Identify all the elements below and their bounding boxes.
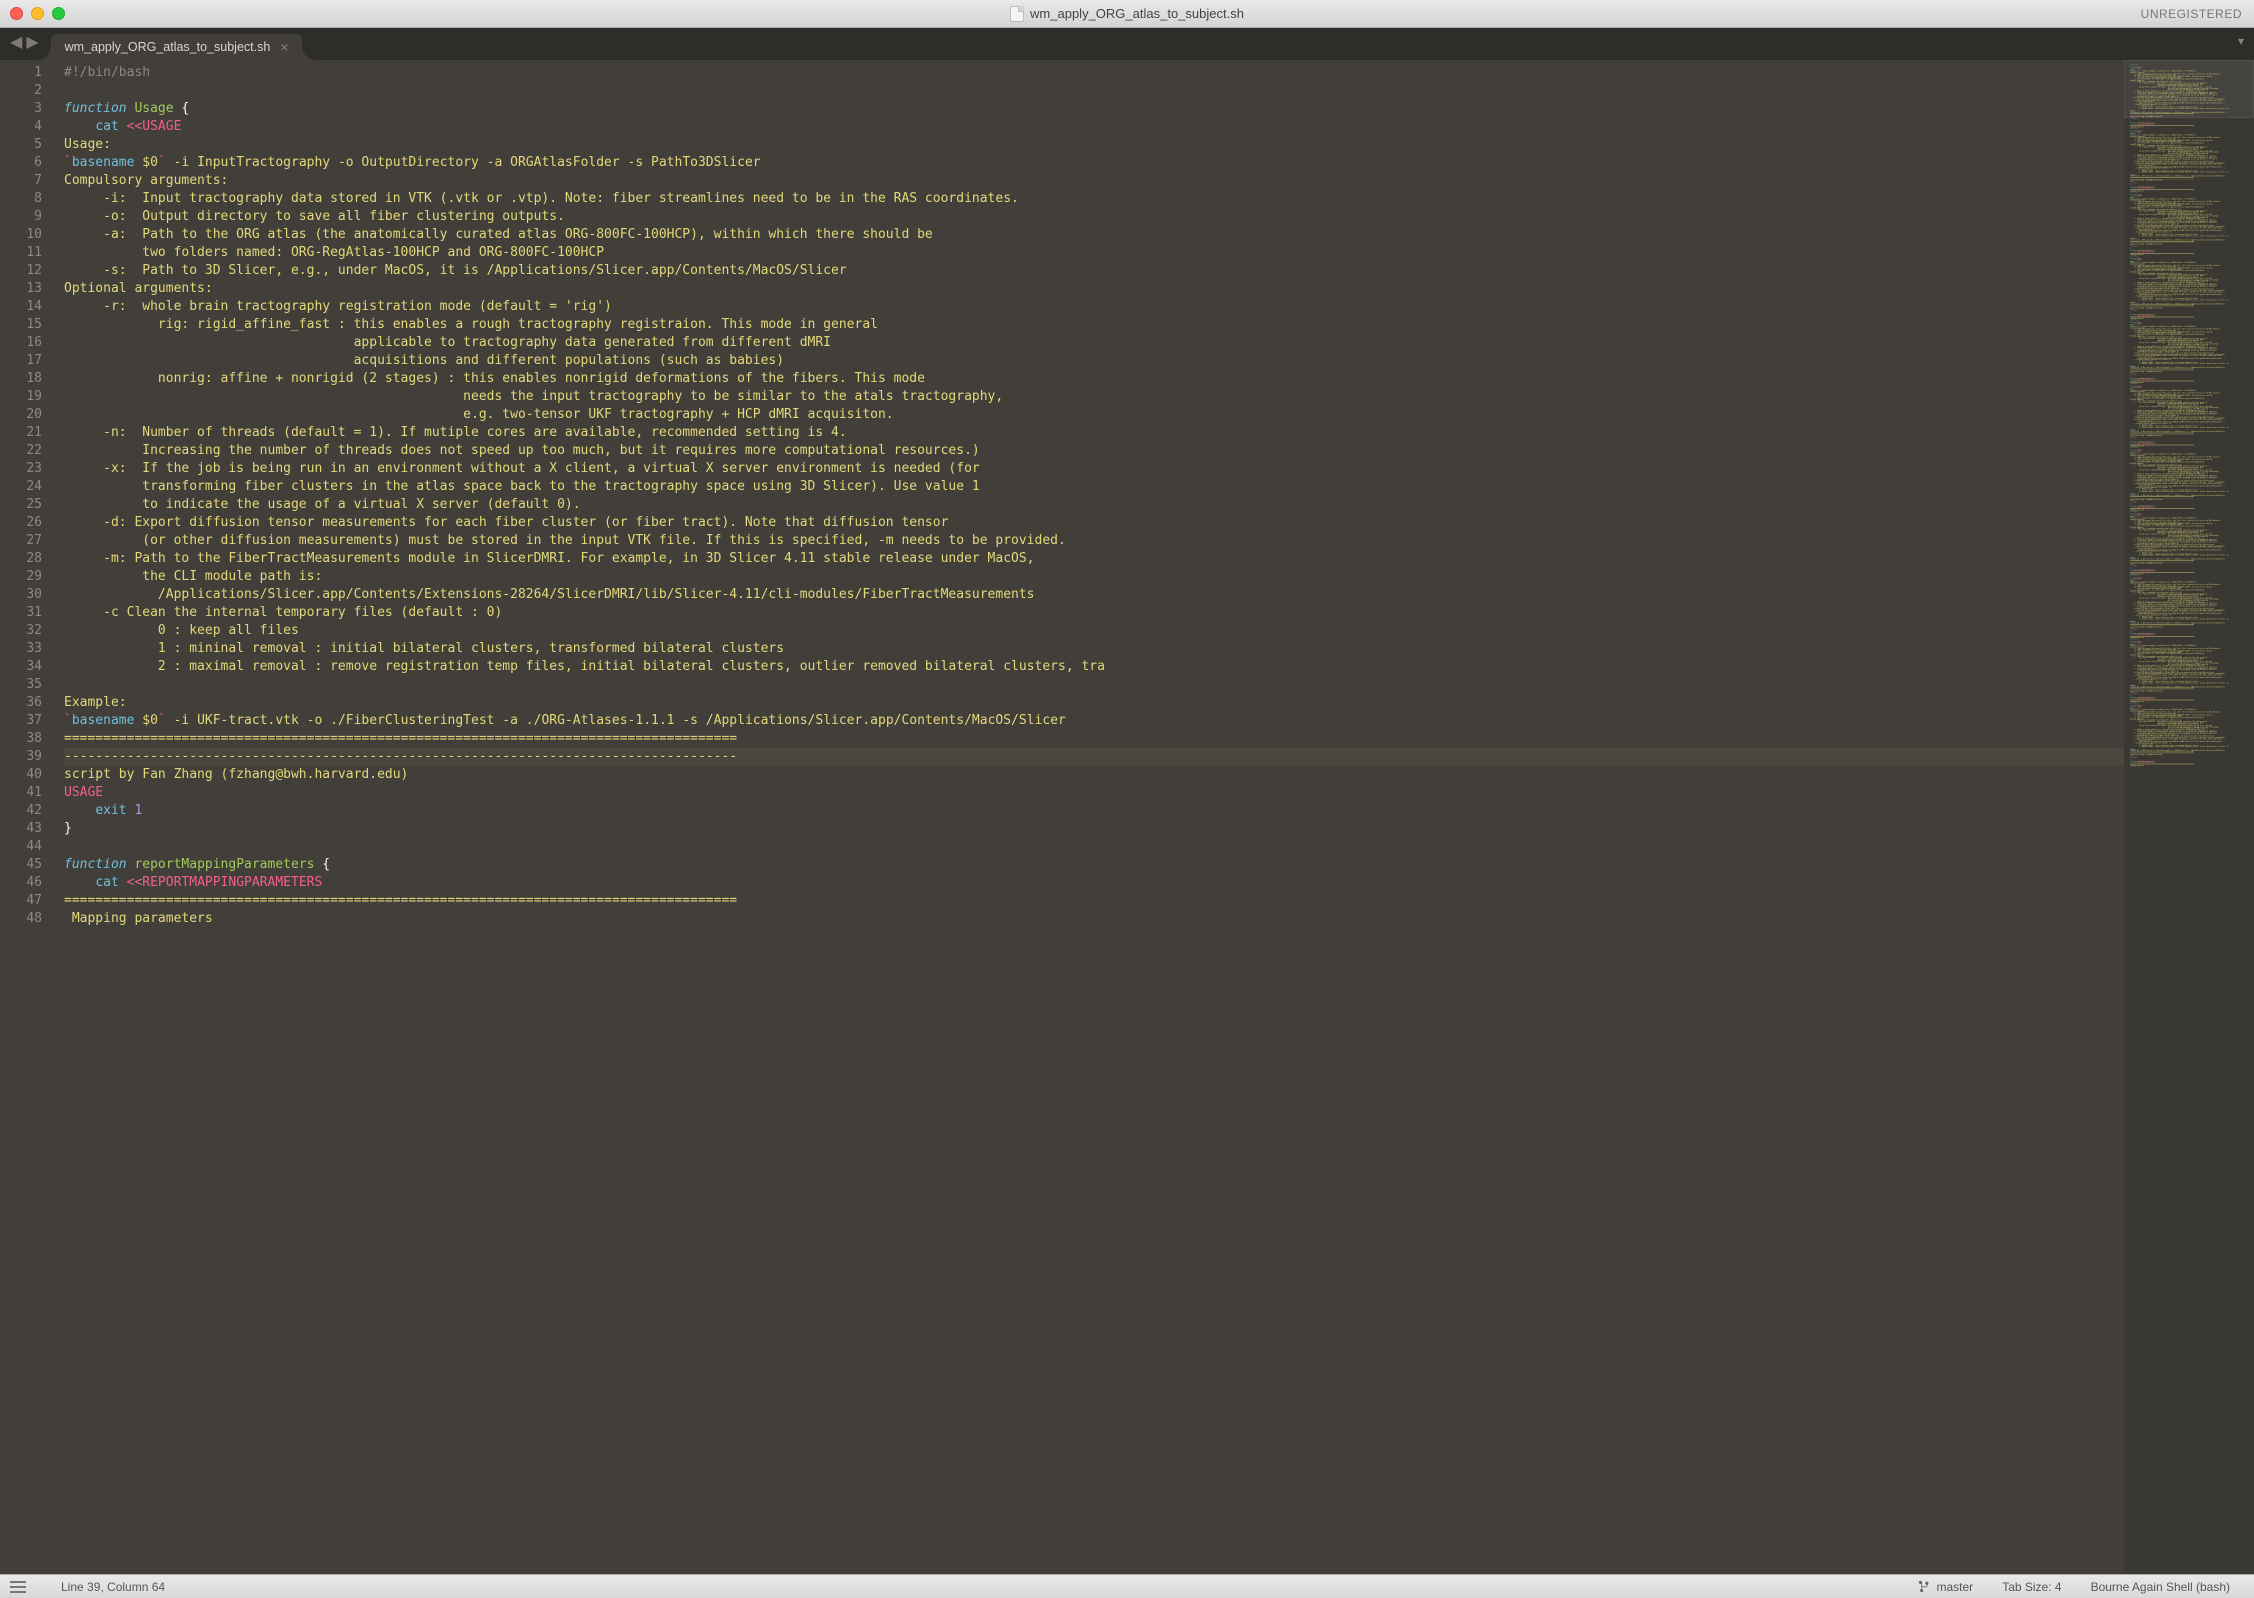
close-window-button[interactable] — [10, 7, 23, 20]
git-branch-icon — [1918, 1580, 1931, 1593]
window-controls — [10, 7, 65, 20]
tab-close-icon[interactable]: × — [280, 40, 288, 54]
syntax-mode[interactable]: Bourne Again Shell (bash) — [2076, 1580, 2244, 1594]
minimap-content: #!/bin/bash function Usage { cat <<USAGE… — [2130, 64, 2254, 766]
minimize-window-button[interactable] — [31, 7, 44, 20]
app-window: wm_apply_ORG_atlas_to_subject.sh UNREGIS… — [0, 0, 2254, 1598]
file-icon — [1010, 6, 1024, 22]
git-branch[interactable]: master — [1903, 1580, 1988, 1594]
window-title-text: wm_apply_ORG_atlas_to_subject.sh — [1030, 6, 1244, 21]
line-number-gutter[interactable]: 1234567891011121314151617181920212223242… — [0, 60, 56, 1574]
unregistered-label: UNREGISTERED — [2141, 7, 2242, 21]
tab-bar: ◀ ▶ wm_apply_ORG_atlas_to_subject.sh × ▾ — [0, 28, 2254, 60]
tab-size[interactable]: Tab Size: 4 — [1987, 1580, 2075, 1594]
tab-label: wm_apply_ORG_atlas_to_subject.sh — [65, 40, 271, 54]
file-tab[interactable]: wm_apply_ORG_atlas_to_subject.sh × — [51, 34, 303, 60]
nav-back-icon[interactable]: ◀ — [8, 32, 24, 52]
window-title: wm_apply_ORG_atlas_to_subject.sh — [1010, 6, 1244, 22]
cursor-position[interactable]: Line 39, Column 64 — [46, 1580, 179, 1594]
menu-icon[interactable] — [10, 1581, 26, 1593]
status-bar: Line 39, Column 64 master Tab Size: 4 Bo… — [0, 1574, 2254, 1598]
editor-area: 1234567891011121314151617181920212223242… — [0, 60, 2254, 1574]
minimap-viewport[interactable] — [2124, 60, 2254, 118]
code-editor[interactable]: #!/bin/bash function Usage { cat <<USAGE… — [56, 60, 2124, 1574]
maximize-window-button[interactable] — [52, 7, 65, 20]
tab-overflow-icon[interactable]: ▾ — [2238, 34, 2244, 48]
minimap[interactable]: #!/bin/bash function Usage { cat <<USAGE… — [2124, 60, 2254, 1574]
git-branch-name: master — [1937, 1580, 1974, 1594]
titlebar[interactable]: wm_apply_ORG_atlas_to_subject.sh UNREGIS… — [0, 0, 2254, 28]
